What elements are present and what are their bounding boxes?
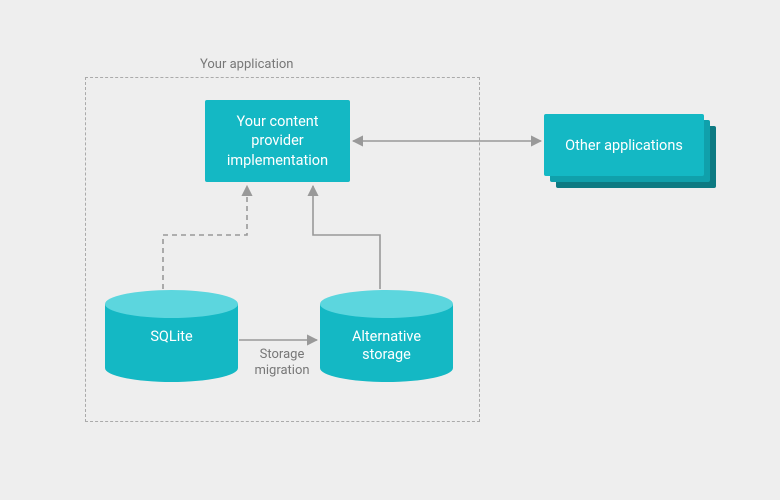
- migration-label: Storagemigration: [242, 347, 322, 378]
- alt-storage-label: Alternativestorage: [320, 328, 453, 364]
- sqlite-cylinder: SQLite: [105, 290, 238, 382]
- sqlite-label: SQLite: [105, 328, 238, 346]
- alt-storage-cylinder: Alternativestorage: [320, 290, 453, 382]
- container-label: Your application: [200, 57, 293, 72]
- content-provider-box: Your contentproviderimplementation: [205, 100, 350, 182]
- other-apps-box: Other applications: [544, 114, 704, 176]
